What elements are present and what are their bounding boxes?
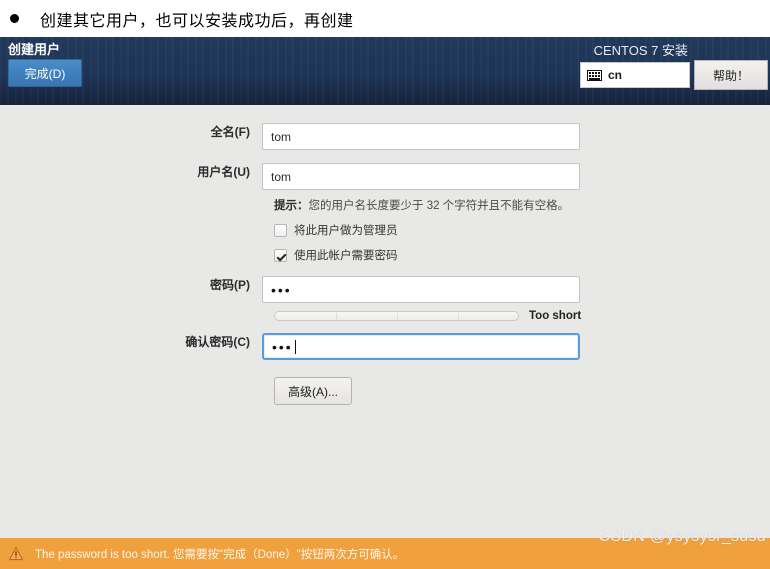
text-cursor <box>294 339 296 354</box>
installer-header: 创建用户 完成(D) CENTOS 7 安装 cn 帮助！ <box>0 37 770 105</box>
username-hint-text: 您的用户名长度要少于 32 个字符并且不能有空格。 <box>308 200 570 212</box>
admin-checkbox-row[interactable]: 将此用户做为管理员 <box>274 222 770 238</box>
username-label: 用户名(U) <box>197 165 250 179</box>
status-message: The password is too short. 您需要按"完成（Done）… <box>35 548 405 561</box>
require-password-checkbox[interactable] <box>274 248 287 262</box>
confirm-password-label: 确认密码(C) <box>185 335 250 349</box>
username-row: 用户名(U) tom <box>0 163 770 190</box>
create-user-form: 全名(F) tom 用户名(U) tom 提示：您的用户名长度要少于 32 个字… <box>0 123 770 405</box>
product-title: CENTOS 7 安装 <box>593 43 688 58</box>
screenshot-root: 创建其它用户，也可以安装成功后，再创建 创建用户 完成(D) CENTOS 7 … <box>0 0 770 569</box>
username-input[interactable]: tom <box>262 163 580 190</box>
warning-triangle-icon <box>9 546 23 560</box>
main-content: 全名(F) tom 用户名(U) tom 提示：您的用户名长度要少于 32 个字… <box>0 105 770 538</box>
slide-bullet-line: 创建其它用户，也可以安装成功后，再创建 <box>0 0 770 37</box>
advanced-row: 高级(A)... <box>274 377 770 405</box>
confirm-password-input[interactable]: ••• <box>262 333 580 360</box>
password-strength-meter <box>274 311 519 321</box>
username-hint-prefix: 提示： <box>274 200 309 212</box>
password-strength-label: Too short <box>529 310 582 322</box>
password-strength-row: Too short <box>274 310 770 322</box>
help-button[interactable]: 帮助！ <box>694 60 768 90</box>
require-password-checkbox-label: 使用此帐户需要密码 <box>294 250 398 262</box>
username-hint-row: 提示：您的用户名长度要少于 32 个字符并且不能有空格。 <box>0 197 770 213</box>
confirm-password-masked-value: ••• <box>272 338 293 355</box>
advanced-button[interactable]: 高级(A)... <box>274 377 352 405</box>
password-input[interactable]: ••• <box>262 276 580 303</box>
password-masked-value: ••• <box>271 281 292 298</box>
confirm-password-row: 确认密码(C) ••• <box>0 333 770 360</box>
done-button[interactable]: 完成(D) <box>8 59 82 87</box>
keyboard-icon <box>587 69 602 81</box>
keyboard-layout-label: cn <box>608 68 623 82</box>
page-title: 创建用户 <box>8 42 61 57</box>
slide-bullet-text: 创建其它用户，也可以安装成功后，再创建 <box>40 12 354 30</box>
password-row: 密码(P) ••• <box>0 276 770 303</box>
watermark: CSDN @ysysysr_susu <box>598 528 766 545</box>
admin-checkbox[interactable] <box>274 223 287 237</box>
username-hint: 提示：您的用户名长度要少于 32 个字符并且不能有空格。 <box>274 197 770 213</box>
bullet-dot-icon <box>10 14 19 23</box>
fullname-row: 全名(F) tom <box>0 123 770 150</box>
fullname-label: 全名(F) <box>210 125 250 139</box>
keyboard-layout-indicator[interactable]: cn <box>580 62 690 88</box>
password-label: 密码(P) <box>210 278 250 292</box>
admin-checkbox-label: 将此用户做为管理员 <box>294 225 398 237</box>
fullname-input[interactable]: tom <box>262 123 580 150</box>
require-password-checkbox-row[interactable]: 使用此帐户需要密码 <box>274 247 770 263</box>
